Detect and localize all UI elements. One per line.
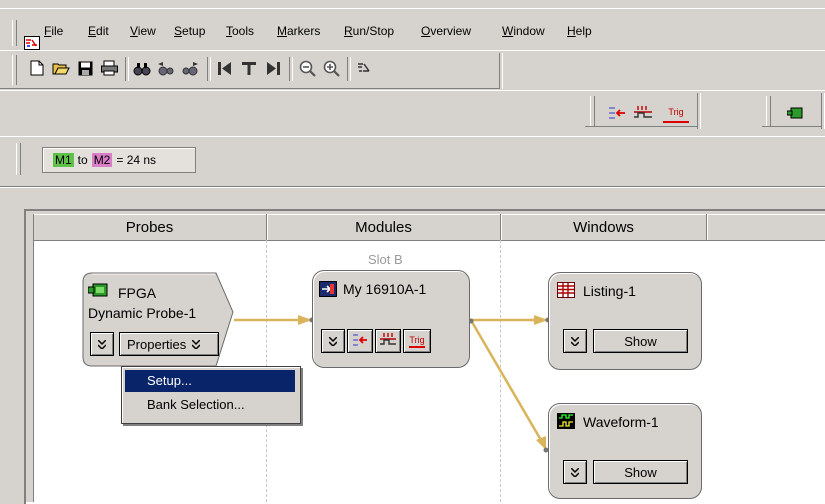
trigger-setup-button[interactable]: Trig	[403, 329, 431, 353]
module-title: My 16910A-1	[343, 281, 427, 297]
bus-signal-setup-button[interactable]	[347, 329, 373, 353]
probe-subtitle: Dynamic Probe-1	[88, 305, 197, 321]
listing-window-node[interactable]: Listing-1 Show	[548, 272, 702, 370]
listing-show-button[interactable]: Show	[593, 329, 688, 353]
listing-expand-button[interactable]	[563, 329, 587, 353]
listing-icon	[557, 282, 575, 301]
waveform-show-button[interactable]: Show	[593, 460, 688, 484]
waveform-title: Waveform-1	[583, 414, 659, 430]
double-chevron-down-icon	[570, 334, 580, 349]
module-node[interactable]: My 16910A-1 Trig	[312, 270, 470, 368]
probe-icon	[87, 282, 108, 301]
properties-menu: Setup... Bank Selection...	[121, 366, 301, 424]
sampling-setup-button[interactable]	[375, 329, 401, 353]
sampling-setup-icon	[380, 332, 396, 350]
probe-node[interactable]: FPGA Dynamic Probe-1 Properties	[82, 272, 234, 368]
double-chevron-down-icon	[191, 337, 201, 352]
waveform-window-node[interactable]: Waveform-1 Show	[548, 403, 702, 499]
slot-label: Slot B	[368, 252, 403, 267]
module-icon	[319, 281, 337, 300]
double-chevron-down-icon	[328, 334, 338, 349]
probe-title: FPGA	[118, 285, 157, 301]
probe-expand-button[interactable]	[90, 332, 114, 356]
menu-item-bank-selection[interactable]: Bank Selection...	[125, 394, 295, 416]
bus-signal-setup-icon	[352, 333, 368, 350]
double-chevron-down-icon	[570, 465, 580, 480]
waveform-icon	[557, 413, 575, 432]
double-chevron-down-icon	[97, 337, 107, 352]
listing-title: Listing-1	[583, 283, 636, 299]
menu-item-setup[interactable]: Setup...	[125, 370, 295, 392]
waveform-expand-button[interactable]	[563, 460, 587, 484]
module-expand-button[interactable]	[321, 329, 345, 353]
properties-button[interactable]: Properties	[119, 332, 219, 356]
